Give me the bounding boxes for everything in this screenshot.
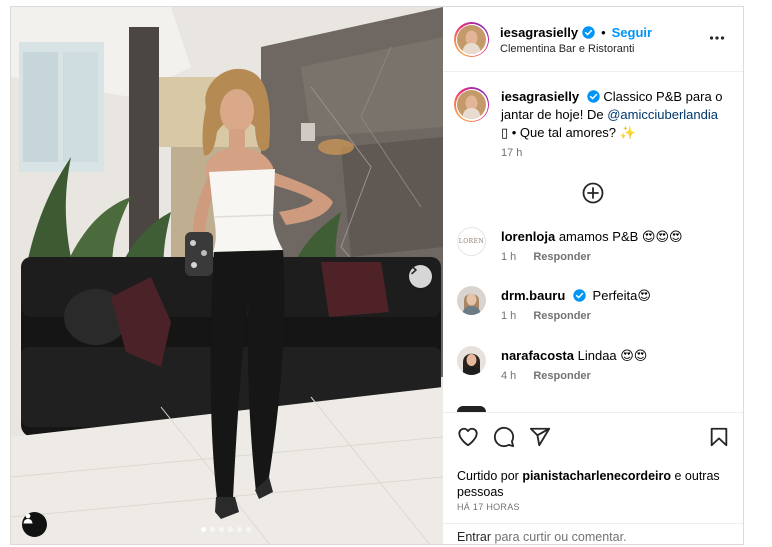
post-actions-area: Curtido por pianistacharlenecordeiro e o…	[443, 412, 743, 544]
comment-username[interactable]: drm.bauru	[501, 288, 565, 303]
comment-text: Lindaa 😍😍	[577, 348, 648, 363]
reply-button[interactable]: Responder	[533, 251, 590, 263]
comment-time[interactable]: 1 h	[501, 310, 516, 322]
comment-avatar[interactable]	[457, 286, 486, 315]
comment-time[interactable]: 1 h	[501, 251, 516, 263]
header-separator: •	[601, 25, 606, 40]
login-prompt-bar: Entrar para curtir ou comentar.	[443, 523, 743, 544]
comment-icon	[493, 426, 515, 448]
carousel-next-button[interactable]	[409, 265, 432, 288]
send-icon	[529, 427, 551, 447]
add-circle-icon	[582, 182, 604, 204]
like-button[interactable]	[457, 426, 479, 453]
load-more-comments-button[interactable]	[582, 182, 604, 209]
heart-icon	[458, 427, 478, 447]
login-prompt-text: para curtir ou comentar.	[494, 530, 627, 544]
comment-username[interactable]: lorenloja	[501, 229, 555, 244]
caption-author-avatar[interactable]	[454, 87, 489, 122]
comment-item: drm.bauru Perfeita😍 1 h Responder	[443, 286, 743, 336]
liked-by-prefix: Curtido por	[457, 469, 519, 483]
comment-item: narafacosta Lindaa 😍😍 4 h Responder	[443, 346, 743, 396]
carousel-dot-active	[201, 527, 206, 532]
more-options-icon	[709, 36, 725, 40]
user-tags-button[interactable]	[22, 512, 47, 537]
carousel-dot	[210, 527, 215, 532]
save-button[interactable]	[709, 426, 729, 453]
reply-button[interactable]: Responder	[533, 370, 590, 382]
author-avatar-image	[457, 25, 486, 54]
verified-badge-icon	[582, 26, 595, 39]
carousel-dot	[228, 527, 233, 532]
chevron-right-icon	[411, 265, 417, 275]
post-side-panel: iesagrasielly • Seguir Clementina Bar e …	[443, 7, 743, 544]
carousel-dot	[246, 527, 251, 532]
verified-badge-icon	[586, 90, 600, 103]
commenter-logo: LOREN	[458, 238, 485, 245]
comment-username[interactable]: narafacosta	[501, 348, 574, 363]
user-tag-icon	[23, 513, 33, 524]
reply-button[interactable]: Responder	[533, 310, 590, 322]
photo-scene	[11, 7, 443, 544]
comment-avatar[interactable]: LOREN	[457, 227, 486, 256]
liked-by-user-link[interactable]: pianistacharlenecordeiro	[522, 469, 671, 483]
verified-badge-icon	[573, 289, 586, 302]
commenter-photo	[457, 346, 486, 375]
caption-timestamp[interactable]: 17 h	[501, 147, 522, 159]
commenter-photo	[457, 286, 486, 315]
post-time-ago[interactable]: HÁ 17 HORAS	[457, 502, 520, 512]
comment-text: Perfeita😍	[592, 288, 651, 303]
caption-avatar-image	[457, 90, 486, 119]
instagram-post: iesagrasielly • Seguir Clementina Bar e …	[10, 6, 744, 545]
comment-item: LOREN lorenloja amamos P&B 😍😍😍 1 h Respo…	[443, 227, 743, 277]
author-avatar[interactable]	[454, 22, 489, 57]
caption-username[interactable]: iesagrasielly	[501, 89, 579, 104]
caption-mention-link[interactable]: @amicciuberlandia	[607, 107, 718, 122]
comment-button[interactable]	[493, 426, 515, 453]
login-link[interactable]: Entrar	[457, 530, 491, 544]
caption-body-end: ▯ • Que tal amores? ✨	[501, 125, 636, 140]
carousel-dot	[237, 527, 242, 532]
author-username[interactable]: iesagrasielly	[500, 25, 578, 40]
bookmark-icon	[710, 427, 728, 447]
post-photo[interactable]	[11, 7, 443, 544]
liked-by-text: Curtido por pianistacharlenecordeiro e o…	[457, 468, 737, 500]
carousel-indicator	[201, 527, 251, 532]
comment-avatar[interactable]	[457, 346, 486, 375]
comment-time[interactable]: 4 h	[501, 370, 516, 382]
carousel-dot	[219, 527, 224, 532]
comment-text: amamos P&B 😍😍😍	[558, 229, 683, 244]
post-location[interactable]: Clementina Bar e Ristoranti	[500, 43, 635, 55]
caption-text: iesagrasielly Classico P&B para o jantar…	[501, 88, 726, 142]
follow-button[interactable]: Seguir	[612, 25, 652, 40]
post-header: iesagrasielly • Seguir Clementina Bar e …	[443, 7, 743, 72]
share-button[interactable]	[529, 426, 551, 453]
more-options-button[interactable]	[709, 30, 725, 51]
